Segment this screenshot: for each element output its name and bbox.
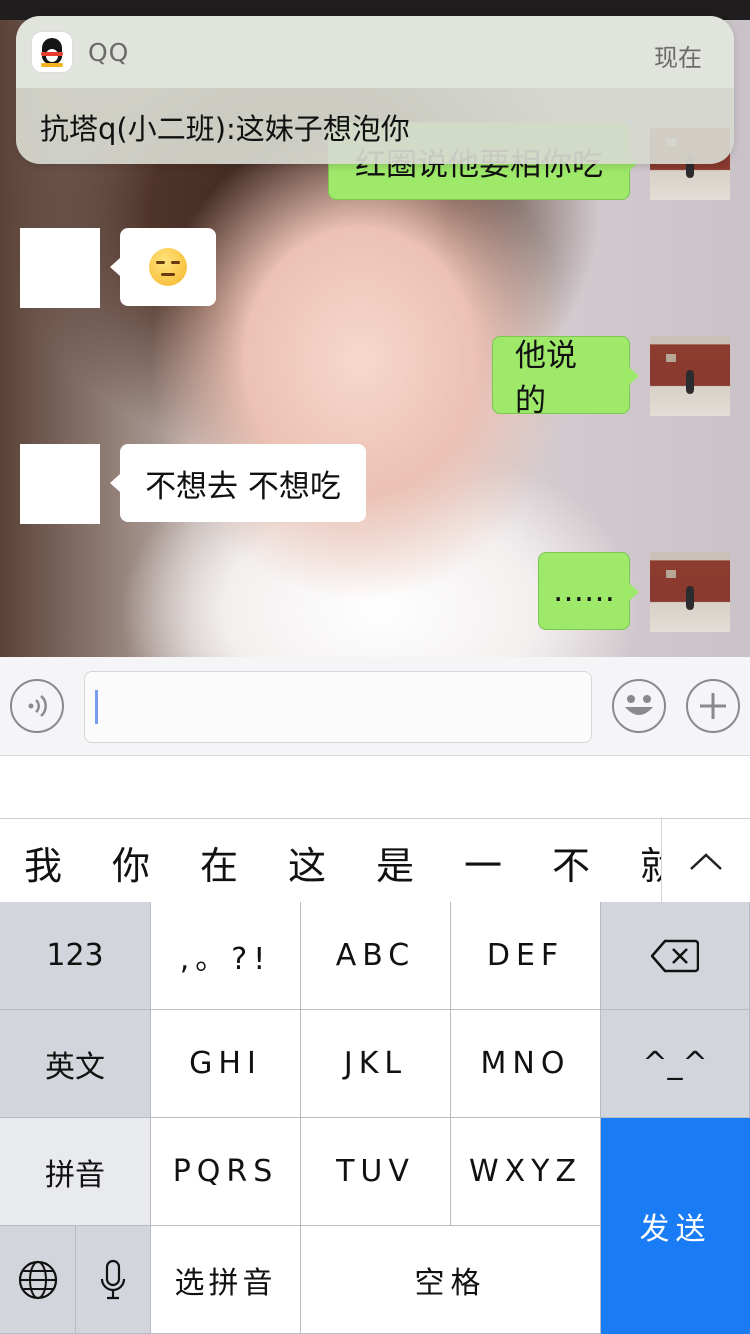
- backspace-icon: [651, 939, 699, 972]
- key-label: 拼音: [45, 1157, 105, 1193]
- key-label: DEF: [486, 938, 565, 973]
- key-pqrs[interactable]: PQRS: [151, 1118, 301, 1226]
- message-text: 不想去 不想吃: [145, 468, 341, 505]
- notification-app-name: QQ: [88, 38, 130, 67]
- key-label: WXYZ: [468, 1154, 583, 1189]
- key-emoticon[interactable]: ^_^: [601, 1010, 750, 1118]
- my-avatar[interactable]: [650, 336, 730, 416]
- my-avatar[interactable]: [650, 552, 730, 632]
- message-bubble-sent[interactable]: 他说的: [492, 336, 639, 419]
- key-mno[interactable]: MNO: [451, 1010, 601, 1118]
- candidate-word[interactable]: 这: [288, 835, 326, 890]
- contact-avatar[interactable]: [20, 444, 100, 524]
- dictation-key[interactable]: [76, 1226, 151, 1334]
- candidate-word[interactable]: 是: [376, 835, 414, 890]
- emoji-button[interactable]: [612, 679, 666, 733]
- keyboard-top-gap: [0, 756, 750, 818]
- key-def[interactable]: DEF: [451, 902, 601, 1010]
- microphone-icon: [100, 1259, 126, 1299]
- text-caret: [95, 690, 98, 724]
- message-text: ……: [553, 573, 615, 609]
- qq-penguin-icon: [32, 32, 72, 72]
- key-label: PQRS: [172, 1154, 279, 1189]
- key-english[interactable]: 英文: [0, 1010, 151, 1118]
- candidate-word[interactable]: 我: [24, 835, 62, 890]
- key-label: 空格: [414, 1265, 487, 1301]
- key-label: ,。?!: [179, 941, 272, 977]
- candidate-word[interactable]: 你: [112, 835, 150, 890]
- key-pinyin[interactable]: 拼音: [0, 1118, 151, 1226]
- candidate-word[interactable]: 不: [552, 835, 590, 890]
- key-ghi[interactable]: GHI: [151, 1010, 301, 1118]
- key-label: 123: [46, 938, 104, 973]
- globe-icon: [18, 1260, 57, 1299]
- candidate-word[interactable]: 一: [464, 835, 502, 890]
- plus-icon: [700, 693, 726, 719]
- send-key[interactable]: 发送: [601, 1118, 750, 1334]
- key-select-pinyin[interactable]: 选拼音: [151, 1226, 301, 1334]
- message-bubble-received[interactable]: 不想去 不想吃: [110, 444, 366, 522]
- key-jkl[interactable]: JKL: [301, 1010, 451, 1118]
- voice-input-button[interactable]: [10, 679, 64, 733]
- unamused-face-icon: [149, 248, 187, 286]
- notification-time: 现在: [654, 44, 702, 72]
- more-button[interactable]: [686, 679, 740, 733]
- key-label: ^_^: [642, 1046, 708, 1081]
- key-label: ABC: [335, 938, 416, 973]
- key-label: MNO: [480, 1046, 571, 1081]
- key-wxyz[interactable]: WXYZ: [451, 1118, 601, 1226]
- message-text: 他说的: [515, 338, 577, 419]
- expand-candidates-button[interactable]: [661, 819, 750, 903]
- voice-wave-icon: [28, 695, 47, 717]
- notification-message: 抗塔q(小二班):这妹子想泡你: [40, 112, 410, 146]
- candidate-word[interactable]: 在: [200, 835, 238, 890]
- globe-key[interactable]: [0, 1226, 76, 1334]
- smiley-icon: [625, 695, 653, 715]
- key-punctuation[interactable]: ,。?!: [151, 902, 301, 1010]
- key-label: 英文: [45, 1049, 105, 1085]
- space-key[interactable]: 空格: [301, 1226, 601, 1334]
- chevron-up-icon: [690, 853, 722, 870]
- key-label: JKL: [343, 1046, 408, 1081]
- notification-banner[interactable]: QQ 现在 抗塔q(小二班):这妹子想泡你: [16, 16, 734, 164]
- message-bubble-received[interactable]: [110, 228, 216, 306]
- contact-avatar[interactable]: [20, 228, 100, 308]
- key-label: TUV: [336, 1154, 415, 1189]
- key-label: 发送: [639, 1212, 712, 1247]
- candidate-bar: 我 你 在 这 是 一 不 就: [0, 818, 750, 903]
- message-input[interactable]: [84, 671, 592, 743]
- key-label: GHI: [189, 1046, 262, 1081]
- key-numbers[interactable]: 123: [0, 902, 151, 1010]
- message-bubble-sent[interactable]: ……: [538, 552, 639, 630]
- input-bar: [0, 657, 750, 756]
- notification-header: QQ 现在: [16, 16, 734, 88]
- delete-key[interactable]: [601, 902, 750, 1010]
- key-tuv[interactable]: TUV: [301, 1118, 451, 1226]
- key-abc[interactable]: ABC: [301, 902, 451, 1010]
- keyboard: 123 ,。?! ABC DEF 英文 GHI JKL MNO ^_^ 拼音 P…: [0, 902, 750, 1334]
- key-label: 选拼音: [174, 1265, 277, 1301]
